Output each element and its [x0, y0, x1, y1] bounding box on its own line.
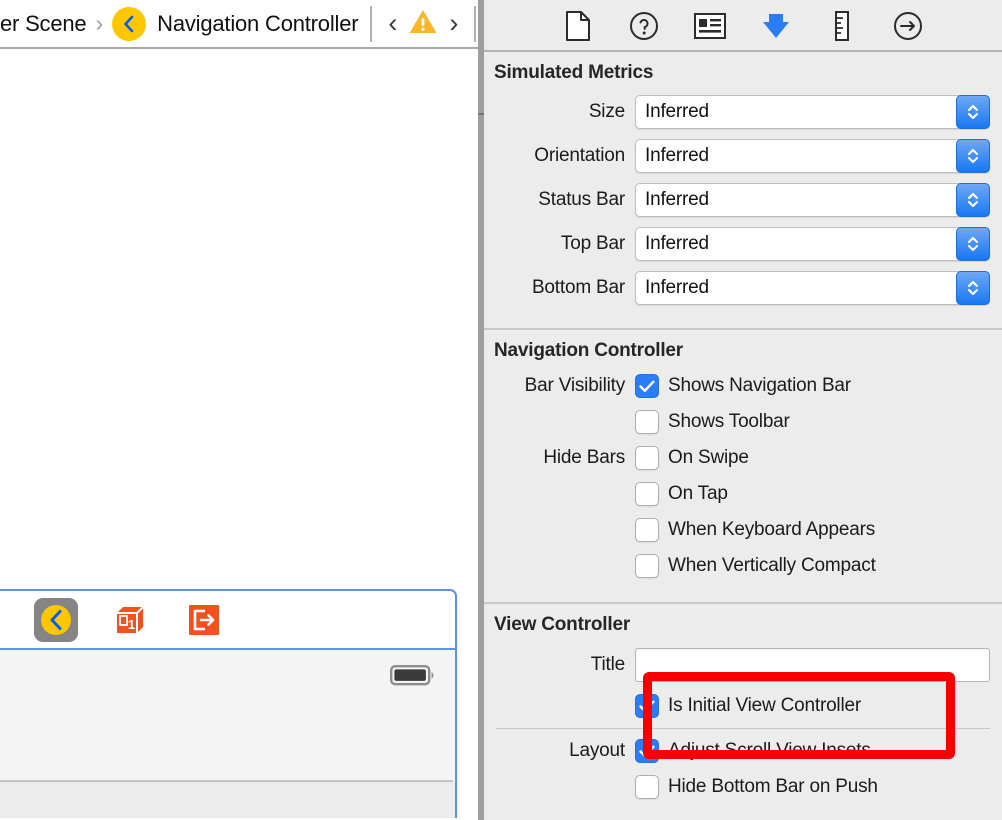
adjust-scroll-view-insets-checkbox[interactable] [635, 739, 659, 763]
navigation-controller-title: Navigation Controller [494, 340, 683, 361]
hide-bars-on-tap-checkbox[interactable] [635, 482, 659, 506]
simulated-bottom-bar-popup[interactable]: Inferred [635, 271, 990, 305]
view-controller-section: View Controller Title Is Initial View Co… [484, 604, 1002, 805]
is-initial-view-controller-row: Is Initial View Controller [484, 688, 1002, 724]
hide-bars-vertically-compact-label[interactable]: When Vertically Compact [668, 555, 876, 577]
chevron-updown-icon[interactable] [956, 183, 990, 217]
hide-bars-row-2: On Tap [484, 476, 1002, 512]
simulated-size-popup[interactable]: Inferred [635, 95, 990, 129]
bar-visibility-row-1: Bar Visibility Shows Navigation Bar [484, 368, 1002, 404]
chevron-updown-icon[interactable] [956, 139, 990, 173]
view-controller-title-row: Title [484, 642, 1002, 688]
jump-bar-separator [0, 47, 484, 49]
view-controller-content-divider [0, 780, 453, 782]
adjust-scroll-view-insets-label[interactable]: Adjust Scroll View Insets [668, 740, 871, 762]
previous-issue-button[interactable]: ‹ [382, 10, 403, 37]
dock-navigation-controller-icon[interactable] [34, 597, 78, 642]
editor-canvas-pane: er Scene › Navigation Controller ‹ › 1 [0, 0, 484, 820]
shows-navigation-bar-label[interactable]: Shows Navigation Bar [668, 375, 851, 397]
is-initial-view-controller-label[interactable]: Is Initial View Controller [668, 695, 861, 717]
simulated-status-bar-value: Inferred [645, 189, 709, 210]
simulated-view-controller-body [0, 650, 457, 782]
hide-bars-on-swipe-checkbox[interactable] [635, 446, 659, 470]
simulated-orientation-label: Orientation [534, 145, 625, 166]
hide-bars-on-swipe-label[interactable]: On Swipe [668, 447, 749, 469]
simulated-toolbar [0, 782, 457, 818]
simulated-size-row: Size Inferred [484, 90, 1002, 134]
layout-row-1: Layout Adjust Scroll View Insets [484, 733, 1002, 769]
shows-navigation-bar-checkbox[interactable] [635, 374, 659, 398]
file-inspector-tab[interactable] [558, 6, 598, 46]
title-field-label: Title [590, 654, 625, 675]
simulated-orientation-row: Orientation Inferred [484, 134, 1002, 178]
simulated-bottom-bar-label: Bottom Bar [531, 277, 625, 298]
hide-bottom-bar-on-push-checkbox[interactable] [635, 775, 659, 799]
navigation-controller-scene[interactable]: 1 [0, 589, 457, 818]
simulated-size-value: Inferred [645, 101, 709, 122]
identity-inspector-tab[interactable] [690, 6, 730, 46]
dock-exit-icon[interactable] [182, 598, 226, 642]
bar-visibility-row-2: Shows Toolbar [484, 404, 1002, 440]
scene-dock: 1 [0, 589, 457, 650]
simulated-metrics-title: Simulated Metrics [494, 62, 654, 83]
simulated-status-bar-row: Status Bar Inferred [484, 178, 1002, 222]
jumpbar-divider [370, 5, 373, 42]
view-controller-inner-divider [496, 728, 990, 729]
breadcrumb-separator-icon: › [95, 10, 104, 36]
navigation-controller-section: Navigation Controller Bar Visibility Sho… [484, 330, 1002, 602]
warning-triangle-icon[interactable] [408, 8, 438, 40]
chevron-updown-icon[interactable] [956, 95, 990, 129]
xcode-window: er Scene › Navigation Controller ‹ › 1 S… [0, 0, 1002, 820]
next-issue-button[interactable]: › [443, 10, 464, 37]
view-controller-title: View Controller [494, 614, 631, 635]
simulated-size-label: Size [588, 101, 625, 122]
connections-inspector-tab[interactable] [888, 6, 928, 46]
hide-bars-row-4: When Vertically Compact [484, 548, 1002, 584]
hide-bars-keyboard-checkbox[interactable] [635, 518, 659, 542]
breadcrumb-current[interactable]: Navigation Controller [157, 11, 358, 37]
simulated-orientation-popup[interactable]: Inferred [635, 139, 990, 173]
simulated-metrics-section: Simulated Metrics Size Inferred Orientat… [484, 52, 1002, 328]
simulated-status-bar-label: Status Bar [538, 189, 625, 210]
utilities-inspector-pane: Simulated Metrics Size Inferred Orientat… [484, 0, 1002, 820]
simulated-bottom-bar-value: Inferred [645, 277, 709, 298]
hide-bars-vertically-compact-checkbox[interactable] [635, 554, 659, 578]
is-initial-view-controller-checkbox[interactable] [635, 694, 659, 718]
hide-bars-row-1: Hide Bars On Swipe [484, 440, 1002, 476]
simulated-top-bar-label: Top Bar [560, 233, 625, 254]
simulated-top-bar-popup[interactable]: Inferred [635, 227, 990, 261]
simulated-status-bar-popup[interactable]: Inferred [635, 183, 990, 217]
hide-bars-label: Hide Bars [543, 447, 625, 468]
hide-bars-row-3: When Keyboard Appears [484, 512, 1002, 548]
title-input[interactable] [635, 648, 990, 682]
simulated-top-bar-value: Inferred [645, 233, 709, 254]
quick-help-inspector-tab[interactable] [624, 6, 664, 46]
issue-navigator-group: ‹ › [370, 0, 477, 47]
hide-bars-on-tap-label[interactable]: On Tap [668, 483, 728, 505]
attributes-inspector-tab[interactable] [756, 6, 796, 46]
inspector-tab-bar [484, 0, 1002, 52]
simulated-bottom-bar-row: Bottom Bar Inferred [484, 266, 1002, 310]
hide-bars-keyboard-label[interactable]: When Keyboard Appears [668, 519, 875, 541]
chevron-updown-icon[interactable] [956, 227, 990, 261]
shows-toolbar-checkbox[interactable] [635, 410, 659, 434]
battery-icon [390, 664, 437, 692]
simulated-top-bar-row: Top Bar Inferred [484, 222, 1002, 266]
jumpbar-divider-right [474, 5, 477, 42]
layout-label: Layout [569, 740, 625, 761]
layout-row-2: Hide Bottom Bar on Push [484, 769, 1002, 805]
navigation-controller-icon[interactable] [112, 6, 147, 41]
jump-bar: er Scene › Navigation Controller ‹ › [0, 0, 484, 47]
breadcrumb-previous[interactable]: er Scene [0, 11, 87, 37]
size-inspector-tab[interactable] [822, 6, 862, 46]
hide-bottom-bar-on-push-label[interactable]: Hide Bottom Bar on Push [668, 776, 878, 798]
simulated-orientation-value: Inferred [645, 145, 709, 166]
shows-toolbar-label[interactable]: Shows Toolbar [668, 411, 790, 433]
bar-visibility-label: Bar Visibility [524, 375, 626, 396]
dock-first-responder-icon[interactable]: 1 [108, 598, 152, 642]
svg-text:1: 1 [128, 617, 135, 632]
chevron-updown-icon[interactable] [956, 271, 990, 305]
